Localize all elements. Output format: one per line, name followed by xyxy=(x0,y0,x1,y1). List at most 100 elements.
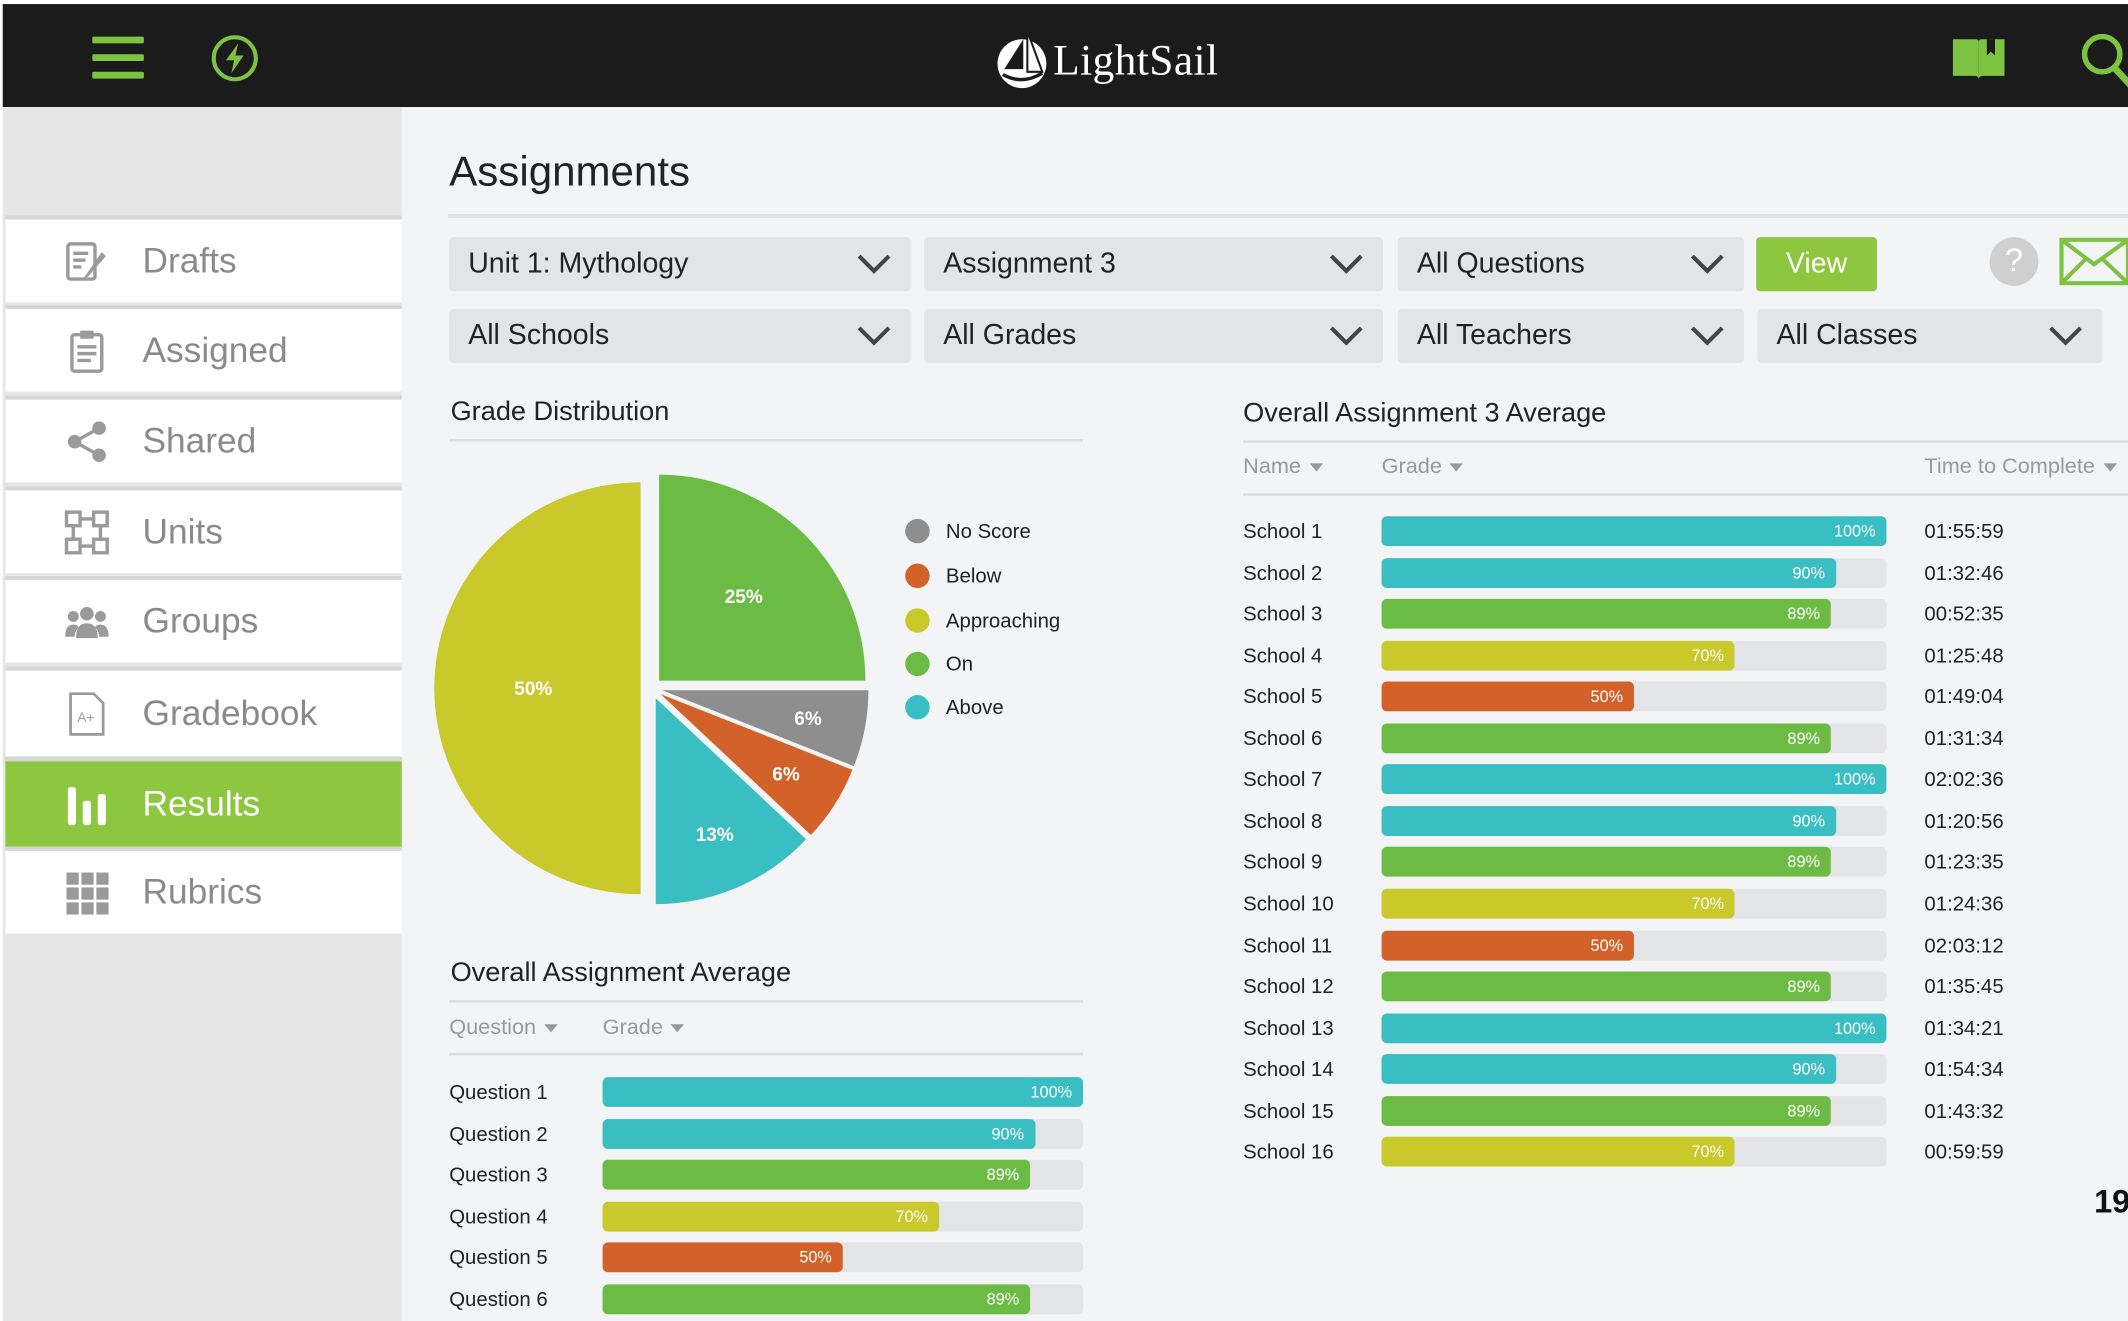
row-label: Question 6 xyxy=(449,1288,548,1312)
questions-dropdown-value: All Questions xyxy=(1416,247,1585,280)
svg-text:A+: A+ xyxy=(77,709,94,724)
grade-bar-track: 50% xyxy=(1381,681,1887,712)
sidebar-item-label: Results xyxy=(142,783,261,824)
legend-label: On xyxy=(945,652,974,676)
header-divider xyxy=(449,1052,1084,1056)
grade-bar-track: 89% xyxy=(602,1284,1084,1315)
view-button[interactable]: View xyxy=(1756,237,1877,292)
bar-value-label: 89% xyxy=(1787,728,1821,748)
row-label: School 3 xyxy=(1243,603,1323,627)
pie-data-label: 13% xyxy=(696,825,734,846)
sort-caret-icon xyxy=(1450,463,1464,472)
sidebar-item-gradebook[interactable]: A+ Gradebook xyxy=(5,666,402,757)
help-button[interactable]: ? xyxy=(1989,237,2039,286)
legend-item-approaching: Approaching xyxy=(905,608,1060,633)
time-to-complete: 02:02:36 xyxy=(1924,768,2004,792)
row-label: School 5 xyxy=(1243,685,1323,709)
clipboard-icon xyxy=(64,327,110,373)
chevron-down-icon xyxy=(1329,326,1363,346)
sidebar-item-rubrics[interactable]: Rubrics xyxy=(5,846,402,934)
title-divider xyxy=(447,214,2128,219)
bar-value-label: 89% xyxy=(986,1165,1020,1185)
bar-value-label: 50% xyxy=(799,1248,832,1268)
chevron-down-icon xyxy=(857,326,891,346)
email-envelope-icon[interactable] xyxy=(2059,237,2128,286)
chevron-down-icon xyxy=(2049,326,2082,346)
legend-item-below: Below xyxy=(905,563,1002,589)
row-label: School 4 xyxy=(1243,644,1323,668)
sidebar-item-label: Shared xyxy=(142,420,257,461)
section-divider xyxy=(449,999,1084,1003)
name-column-header[interactable]: Name xyxy=(1243,455,1323,479)
legend-item-on: On xyxy=(905,651,974,677)
sidebar-item-assigned[interactable]: Assigned xyxy=(5,304,402,392)
bar-value-label: 90% xyxy=(991,1123,1025,1143)
share-icon xyxy=(64,418,110,464)
grade-bar: 89% xyxy=(1381,971,1831,1002)
sidebar-item-shared[interactable]: Shared xyxy=(5,395,402,483)
assignment-dropdown[interactable]: Assignment 3 xyxy=(924,237,1383,292)
sidebar-item-label: Rubrics xyxy=(142,871,263,912)
lightning-bolt-icon[interactable] xyxy=(210,34,259,83)
grade-bar: 89% xyxy=(1381,847,1831,878)
time-to-complete: 01:34:21 xyxy=(1924,1016,2004,1040)
bar-value-label: 89% xyxy=(1787,976,1821,996)
grades-dropdown[interactable]: All Grades xyxy=(924,308,1383,364)
search-icon[interactable] xyxy=(2079,31,2128,88)
sort-caret-icon xyxy=(1309,463,1323,472)
grade-bar: 70% xyxy=(602,1201,939,1232)
open-book-icon[interactable] xyxy=(1950,34,2007,83)
time-to-complete: 01:35:45 xyxy=(1924,975,2004,999)
grade-bar-track: 90% xyxy=(1381,805,1887,836)
grade-bar-track: 89% xyxy=(1381,598,1887,629)
sort-caret-icon xyxy=(671,1024,685,1033)
grade-bar-track: 100% xyxy=(1381,764,1887,795)
question-column-header[interactable]: Question xyxy=(449,1016,558,1040)
time-column-header[interactable]: Time to Complete xyxy=(1924,455,2117,479)
top-navigation-bar: LightSail xyxy=(0,0,2128,108)
hamburger-menu-icon[interactable] xyxy=(92,36,144,80)
row-label: School 7 xyxy=(1243,768,1323,792)
questions-dropdown[interactable]: All Questions xyxy=(1397,237,1744,292)
app-window: LightSail Drafts Assigned Shared Units G… xyxy=(0,0,2128,1321)
classes-dropdown-value: All Classes xyxy=(1776,319,1918,351)
column-header-label: Grade xyxy=(602,1016,663,1040)
grid-icon xyxy=(64,869,110,915)
time-to-complete: 01:54:34 xyxy=(1924,1058,2004,1082)
unit-dropdown[interactable]: Unit 1: Mythology xyxy=(449,237,911,292)
legend-item-above: Above xyxy=(905,695,1004,720)
grade-distribution-title: Grade Distribution xyxy=(450,396,670,427)
row-label: School 15 xyxy=(1243,1099,1334,1123)
grade-column-header[interactable]: Grade xyxy=(603,1016,685,1040)
sidebar-item-groups[interactable]: Groups xyxy=(5,575,402,663)
time-to-complete: 00:52:35 xyxy=(1924,603,2004,627)
sidebar-item-label: Groups xyxy=(142,600,259,641)
legend-label: Below xyxy=(945,564,1002,588)
grade-bar: 89% xyxy=(1381,598,1831,629)
bar-value-label: 50% xyxy=(1590,687,1624,707)
teachers-dropdown[interactable]: All Teachers xyxy=(1397,308,1744,364)
schools-dropdown-value: All Schools xyxy=(468,319,610,351)
grade-bar: 100% xyxy=(602,1077,1084,1107)
schools-dropdown[interactable]: All Schools xyxy=(449,308,911,364)
grade-bar: 70% xyxy=(1381,640,1735,671)
grade-bar-track: 50% xyxy=(602,1242,1084,1273)
bar-value-label: 90% xyxy=(1792,1059,1826,1079)
time-to-complete: 01:55:59 xyxy=(1924,520,2004,544)
row-label: School 2 xyxy=(1243,561,1323,585)
assignment-average-title: Overall Assignment 3 Average xyxy=(1243,398,1607,429)
row-label: School 6 xyxy=(1243,727,1323,751)
sidebar-item-drafts[interactable]: Drafts xyxy=(5,215,402,303)
pie-data-label: 6% xyxy=(772,764,800,785)
sidebar-item-results[interactable]: Results xyxy=(5,757,402,847)
legend-swatch xyxy=(905,695,930,720)
sailboat-logo-icon xyxy=(997,30,1047,89)
row-label: School 8 xyxy=(1243,810,1323,834)
time-to-complete: 01:24:36 xyxy=(1924,892,2004,916)
bar-value-label: 70% xyxy=(1691,1142,1725,1162)
grade-column-header[interactable]: Grade xyxy=(1382,455,1464,479)
header-divider xyxy=(1243,493,2128,496)
classes-dropdown[interactable]: All Classes xyxy=(1757,308,2103,364)
sidebar-item-units[interactable]: Units xyxy=(5,486,402,574)
grade-bar: 90% xyxy=(1381,805,1836,836)
